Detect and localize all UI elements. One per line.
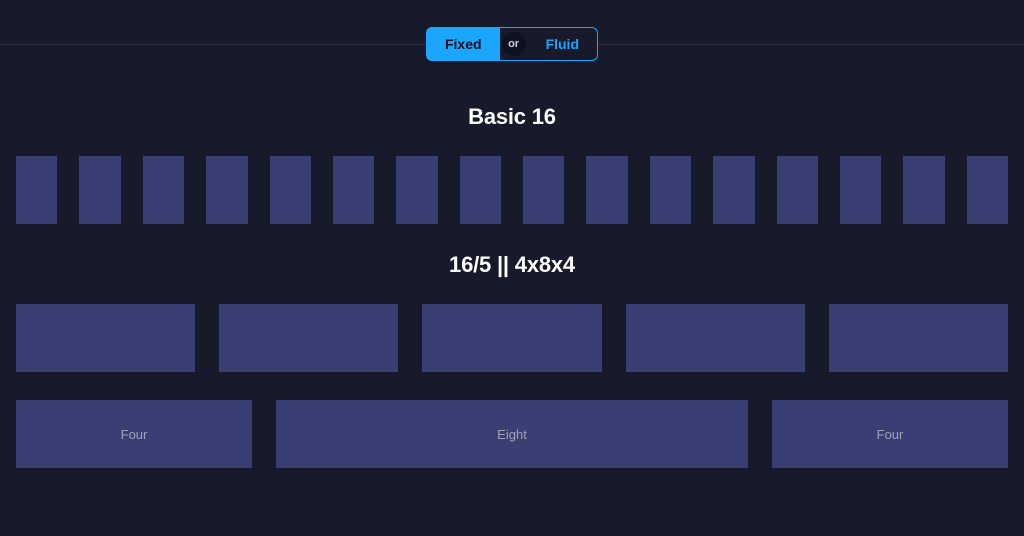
grid-column	[143, 156, 184, 224]
grid-column	[219, 304, 398, 372]
grid-column	[967, 156, 1008, 224]
grid-column	[422, 304, 601, 372]
grid-column	[586, 156, 627, 224]
basic-16-row	[16, 156, 1008, 224]
grid-column	[713, 156, 754, 224]
grid-column	[460, 156, 501, 224]
grid-column	[777, 156, 818, 224]
fixed-toggle[interactable]: Fixed	[426, 27, 500, 61]
basic-16-title: Basic 16	[0, 104, 1024, 130]
four-eight-four-row: Four Eight Four	[16, 400, 1008, 468]
grid-column	[16, 156, 57, 224]
grid-column-eight: Eight	[276, 400, 748, 468]
grid-column	[16, 304, 195, 372]
grid-column	[79, 156, 120, 224]
grid-column	[396, 156, 437, 224]
grid-column	[903, 156, 944, 224]
grid-column	[829, 304, 1008, 372]
layout-mode-toggle: Fixed or Fluid	[426, 27, 598, 61]
grid-column	[270, 156, 311, 224]
grid-column-four-right: Four	[772, 400, 1008, 468]
grid-column	[840, 156, 881, 224]
grid-container: 16/5 || 4x8x4 Four Eight Four	[0, 156, 1024, 468]
fluid-toggle[interactable]: Fluid	[528, 27, 598, 61]
grid-column	[626, 304, 805, 372]
grid-column	[523, 156, 564, 224]
layout-mode-divider: Fixed or Fluid	[0, 24, 1024, 64]
section-2-title: 16/5 || 4x8x4	[16, 252, 1008, 278]
grid-column	[333, 156, 374, 224]
toggle-or-label: or	[502, 32, 526, 56]
grid-column-four-left: Four	[16, 400, 252, 468]
toggle-or-separator: or	[500, 27, 528, 61]
grid-column	[206, 156, 247, 224]
grid-column	[650, 156, 691, 224]
five-col-row	[16, 304, 1008, 372]
